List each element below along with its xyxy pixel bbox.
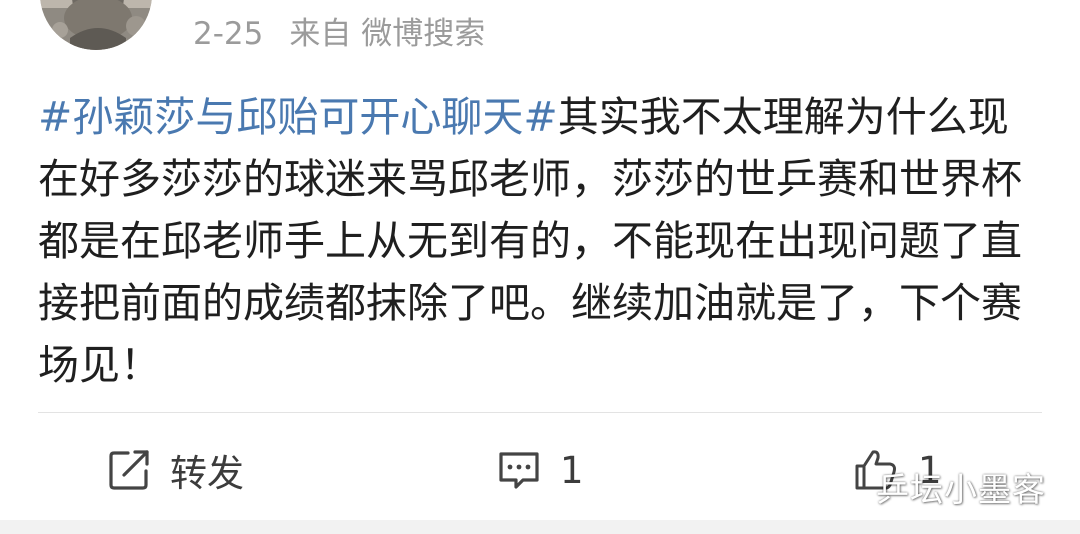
share-icon xyxy=(106,447,152,493)
forward-button[interactable]: 转发 xyxy=(106,440,244,500)
divider xyxy=(38,412,1042,413)
post-source[interactable]: 来自 微博搜索 xyxy=(289,16,485,52)
comment-icon xyxy=(496,447,542,493)
bottom-bar xyxy=(0,520,1080,534)
forward-label: 转发 xyxy=(170,452,244,495)
post-body: #孙颖莎与邱贻可开心聊天#其实我不太理解为什么现在好多莎莎的球迷来骂邱老师，莎莎… xyxy=(38,86,1042,396)
comment-count: 1 xyxy=(560,448,584,492)
comment-button[interactable]: 1 xyxy=(496,440,584,500)
topic-link[interactable]: #孙颖莎与邱贻可开心聊天# xyxy=(38,93,558,141)
watermark: 乒坛小墨客 xyxy=(876,470,1046,509)
post-date: 2-25 xyxy=(193,16,264,52)
post-meta: 2-25 来自 微博搜索 xyxy=(193,12,485,56)
avatar[interactable] xyxy=(40,0,152,50)
